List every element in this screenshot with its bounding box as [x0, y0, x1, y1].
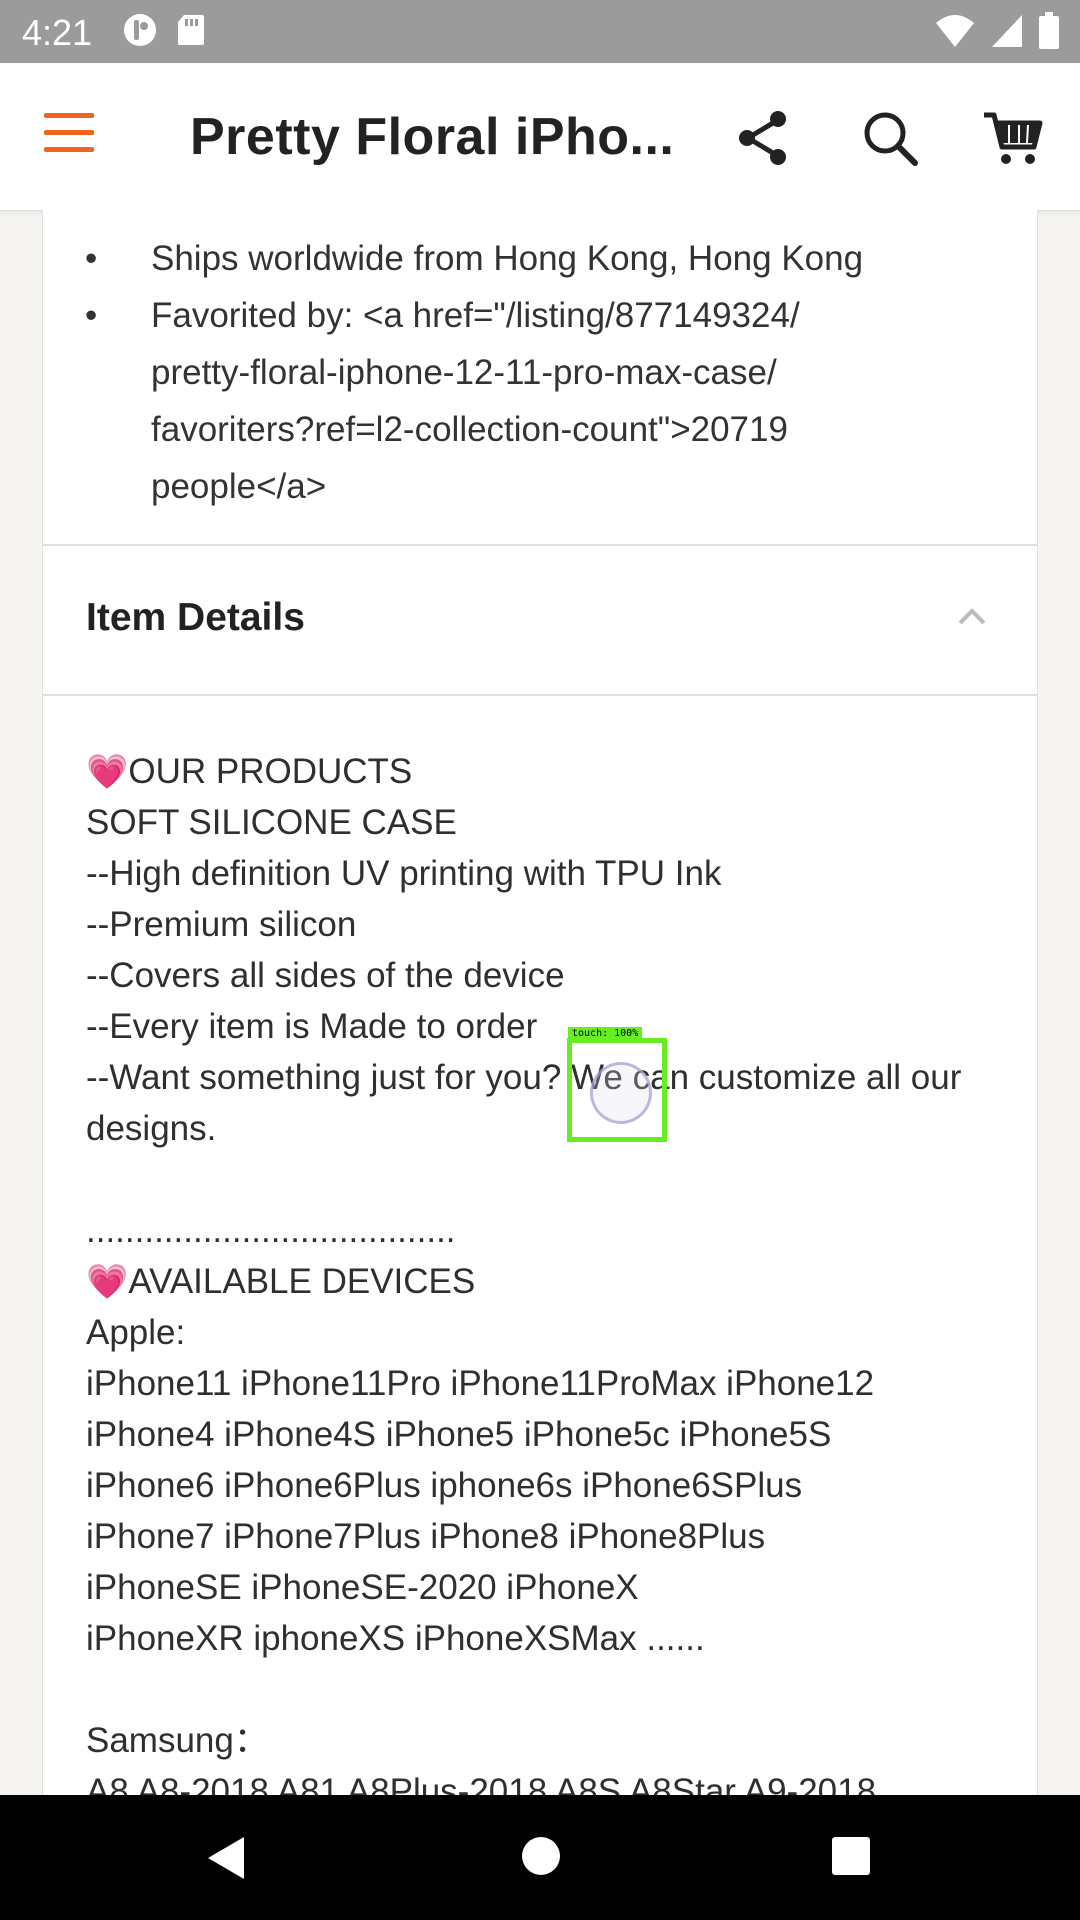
description-line: --Want something just for you? We can cu…	[86, 1058, 962, 1148]
description-line: iPhoneSE iPhoneSE-2020 iPhoneX	[86, 1568, 639, 1607]
description-line: Apple:	[86, 1313, 186, 1352]
favorited-by-text-cont: people</a>	[151, 467, 327, 506]
status-left-icons	[122, 12, 206, 53]
description-line: iPhone4 iPhone4S iPhone5 iPhone5c iPhone…	[86, 1415, 832, 1454]
share-icon[interactable]	[728, 103, 798, 173]
favorited-by-text-cont: pretty-floral-iphone-12-11-pro-max-case/	[151, 353, 777, 392]
status-right-icons	[934, 12, 1060, 55]
sd-card-icon	[176, 13, 206, 52]
back-icon[interactable]	[204, 1835, 248, 1886]
description-line: 💗OUR PRODUCTS	[86, 752, 413, 791]
ships-from-text: Ships worldwide from Hong Kong, Hong Kon…	[151, 239, 864, 278]
cart-icon[interactable]	[978, 103, 1048, 173]
bullet: •	[85, 239, 98, 278]
item-details-title: Item Details	[86, 596, 305, 639]
description-line: iPhone7 iPhone7Plus iPhone8 iPhone8Plus	[86, 1517, 766, 1556]
chevron-up-icon[interactable]	[957, 606, 987, 631]
heart-emoji: 💗	[86, 1263, 129, 1301]
status-time: 4:21	[22, 12, 93, 53]
description-line: iPhone11 iPhone11Pro iPhone11ProMax iPho…	[86, 1364, 875, 1403]
description-separator: ......................................	[86, 1211, 456, 1250]
system-nav-bar	[0, 1795, 1080, 1920]
signal-icon	[990, 13, 1024, 54]
description-line: 💗AVAILABLE DEVICES	[86, 1262, 476, 1301]
description-line: SOFT SILICONE CASE	[86, 803, 457, 842]
recents-icon[interactable]	[830, 1835, 872, 1882]
heart-emoji: 💗	[86, 753, 129, 791]
app-bar: Pretty Floral iPho...	[0, 63, 1080, 211]
wifi-icon	[934, 13, 976, 54]
search-icon[interactable]	[855, 103, 925, 173]
description-line: iPhone6 iPhone6Plus iphone6s iPhone6SPlu…	[86, 1466, 803, 1505]
favorited-by-text: Favorited by: <a href="/listing/87714932…	[151, 296, 800, 335]
hamburger-menu-icon[interactable]	[44, 111, 98, 161]
item-details-header[interactable]: Item Details	[43, 546, 1037, 696]
description-line: Samsung：	[86, 1721, 269, 1760]
description-line: iPhoneXR iphoneXS iPhoneXSMax ......	[86, 1619, 705, 1658]
bullet: •	[85, 296, 98, 335]
listing-content: • Ships worldwide from Hong Kong, Hong K…	[42, 210, 1038, 1795]
description-line: --Covers all sides of the device	[86, 956, 565, 995]
touch-point	[590, 1062, 652, 1124]
description-line: --Premium silicon	[86, 905, 357, 944]
status-bar: 4:21	[0, 0, 1080, 63]
battery-icon	[1038, 12, 1060, 55]
alarm-icon	[122, 12, 158, 53]
shipping-section: • Ships worldwide from Hong Kong, Hong K…	[43, 210, 1037, 546]
description-line: A8 A8-2018 A81 A8Plus-2018 A8S A8Star A9…	[86, 1772, 877, 1795]
favorited-by-text-cont: favoriters?ref=l2-collection-count">2071…	[151, 410, 788, 449]
item-description: 💗OUR PRODUCTS SOFT SILICONE CASE --High …	[86, 746, 1006, 1795]
description-line: --Every item is Made to order	[86, 1007, 538, 1046]
home-icon[interactable]	[520, 1835, 562, 1882]
description-line: --High definition UV printing with TPU I…	[86, 854, 722, 893]
page-title: Pretty Floral iPho...	[190, 108, 675, 166]
